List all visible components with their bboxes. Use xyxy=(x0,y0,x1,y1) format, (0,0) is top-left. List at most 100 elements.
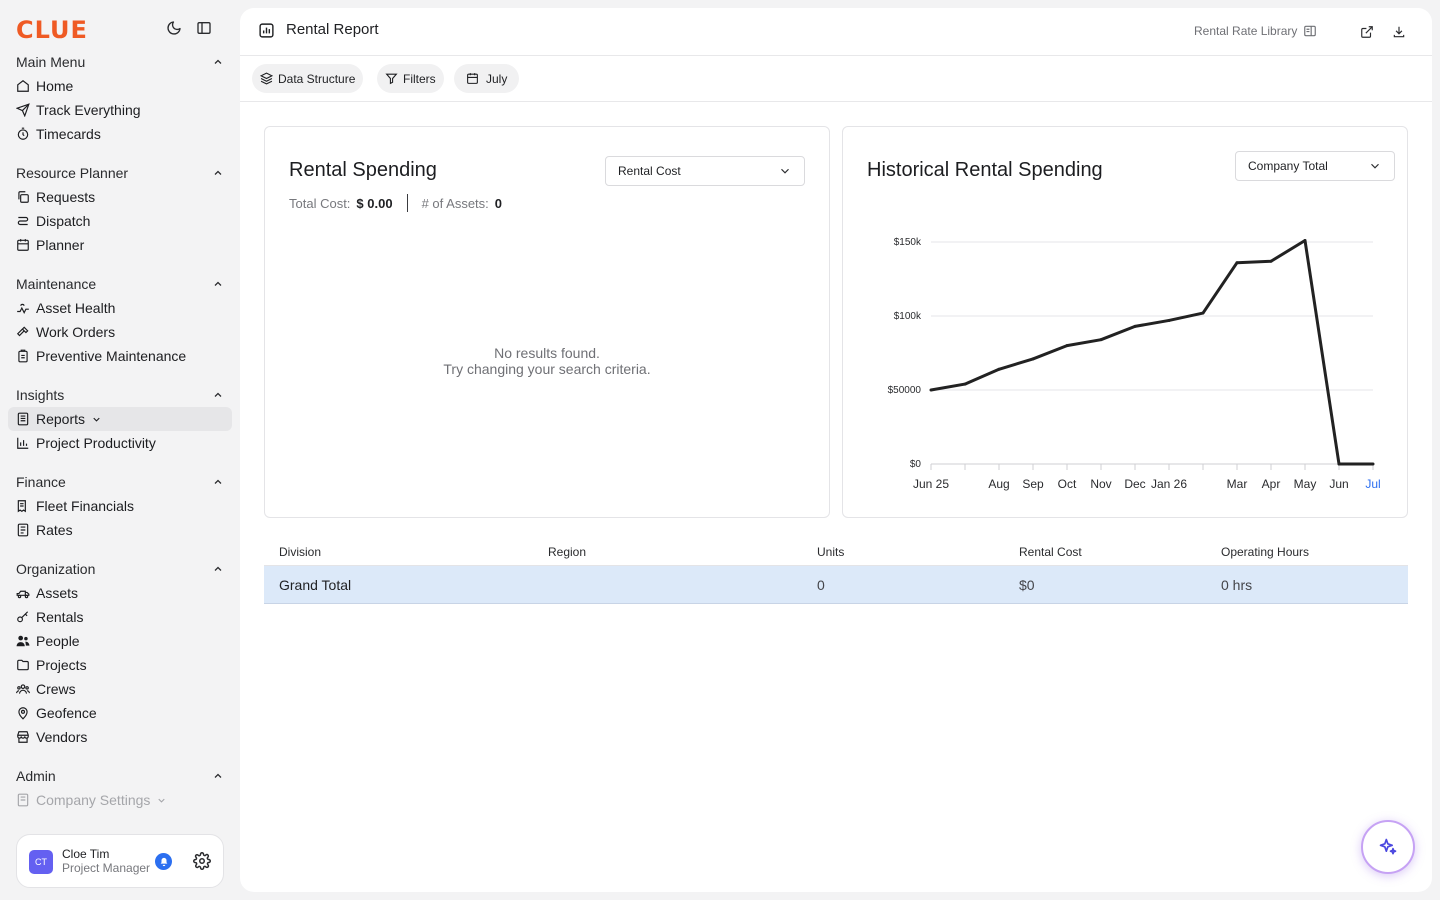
sidebar-item-rentals[interactable]: Rentals xyxy=(8,605,232,629)
section-header[interactable]: Organization xyxy=(8,557,232,581)
sidebar-toggle-icon[interactable] xyxy=(194,18,214,38)
sidebar-item-label: Crews xyxy=(36,681,76,697)
report-icon xyxy=(17,412,29,426)
notification-bell-icon[interactable] xyxy=(155,853,172,870)
data-point xyxy=(1371,462,1375,466)
data-point xyxy=(929,388,933,392)
section-header[interactable]: Admin xyxy=(8,764,232,788)
sidebar-item-label: Home xyxy=(36,78,74,94)
date-button[interactable]: July xyxy=(454,64,520,93)
sidebar-item-planner[interactable]: Planner xyxy=(8,233,232,257)
section-header[interactable]: Main Menu xyxy=(8,50,232,74)
y-tick-label: $100k xyxy=(894,311,922,322)
data-point xyxy=(1065,344,1069,348)
x-tick-label: Jul xyxy=(1365,477,1380,491)
sidebar-item-preventive-maintenance[interactable]: Preventive Maintenance xyxy=(8,344,232,368)
filters-button[interactable]: Filters xyxy=(377,64,444,93)
sidebar-item-assets[interactable]: Assets xyxy=(8,581,232,605)
x-tick-label: Oct xyxy=(1058,477,1077,491)
sidebar-item-label: Assets xyxy=(36,585,79,601)
section-header[interactable]: Insights xyxy=(8,383,232,407)
sidebar-item-requests[interactable]: Requests xyxy=(8,185,232,209)
user-role: Project Manager xyxy=(62,861,151,875)
section-title: Organization xyxy=(16,561,96,577)
logo-row: CLUE xyxy=(16,14,224,44)
x-tick-label: Jun 25 xyxy=(913,477,949,491)
data-point xyxy=(1337,462,1341,466)
sidebar-item-label: Rentals xyxy=(36,609,84,625)
column-header-region[interactable]: Region xyxy=(548,545,586,559)
truck-icon xyxy=(16,590,30,599)
table-header: Division Region Units Rental Cost Operat… xyxy=(264,538,1408,566)
sidebar-item-rates[interactable]: Rates xyxy=(8,518,232,542)
sidebar-item-label: Fleet Financials xyxy=(36,498,135,514)
section-organization: Organization Assets Rentals People Proje… xyxy=(8,557,232,749)
column-header-division[interactable]: Division xyxy=(279,545,321,559)
home-icon xyxy=(17,80,29,92)
section-header[interactable]: Maintenance xyxy=(8,272,232,296)
top-bar: Rental Report Rental Rate Library xyxy=(240,8,1432,56)
cell-rental-cost: $0 xyxy=(1019,577,1035,593)
empty-state-title: No results found. xyxy=(494,345,600,361)
sidebar-item-home[interactable]: Home xyxy=(8,74,232,98)
rental-rate-library-link[interactable]: Rental Rate Library xyxy=(1194,24,1317,38)
send-icon xyxy=(16,103,30,117)
sidebar-item-people[interactable]: People xyxy=(8,629,232,653)
sidebar-item-label: Company Settings xyxy=(36,792,151,808)
scope-select[interactable]: Company Total xyxy=(1235,151,1395,181)
section-title: Insights xyxy=(16,387,65,403)
sidebar-item-track-everything[interactable]: Track Everything xyxy=(8,98,232,122)
section-header[interactable]: Resource Planner xyxy=(8,161,232,185)
section-maintenance: Maintenance Asset Health Work Orders Pre… xyxy=(8,272,232,368)
sidebar-item-work-orders[interactable]: Work Orders xyxy=(8,320,232,344)
section-header[interactable]: Finance xyxy=(8,470,232,494)
filter-toolbar: Data Structure Filters July xyxy=(240,56,1432,102)
column-header-rental-cost[interactable]: Rental Cost xyxy=(1019,545,1082,559)
chevron-down-icon xyxy=(158,798,166,803)
sidebar-item-dispatch[interactable]: Dispatch xyxy=(8,209,232,233)
column-header-units[interactable]: Units xyxy=(817,545,844,559)
user-card[interactable]: CT Cloe Tim Project Manager xyxy=(16,834,224,888)
sparkle-icon xyxy=(1379,838,1397,855)
empty-state: No results found. Try changing your sear… xyxy=(265,345,829,377)
sidebar-item-crews[interactable]: Crews xyxy=(8,677,232,701)
y-tick-label: $50000 xyxy=(888,385,922,396)
cell-division: Grand Total xyxy=(279,577,352,593)
download-icon[interactable] xyxy=(1389,22,1409,42)
section-resource-planner: Resource Planner Requests Dispatch Plann… xyxy=(8,161,232,257)
dark-mode-icon[interactable] xyxy=(164,18,184,38)
section-title: Admin xyxy=(16,768,56,784)
dispatch-icon xyxy=(17,216,29,226)
calendar-icon xyxy=(17,239,29,251)
settings-doc-icon xyxy=(17,793,29,807)
metric-select[interactable]: Rental Cost xyxy=(605,156,805,186)
sidebar-item-geofence[interactable]: Geofence xyxy=(8,701,232,725)
page-title: Rental Report xyxy=(286,21,379,38)
sidebar-item-label: Dispatch xyxy=(36,213,91,229)
data-structure-button[interactable]: Data Structure xyxy=(252,64,364,93)
sidebar-item-project-productivity[interactable]: Project Productivity xyxy=(8,431,232,455)
open-external-icon[interactable] xyxy=(1357,22,1377,42)
sidebar-item-reports[interactable]: Reports xyxy=(8,407,232,431)
ai-assistant-button[interactable] xyxy=(1361,820,1415,874)
x-tick-label: May xyxy=(1294,477,1317,491)
sidebar: CLUE Main Menu Home Track Everything Tim… xyxy=(0,0,240,900)
x-tick-label: Aug xyxy=(988,477,1009,491)
sidebar-item-company-settings[interactable]: Company Settings xyxy=(8,788,232,812)
sidebar-item-asset-health[interactable]: Asset Health xyxy=(8,296,232,320)
rental-spending-card: Rental Spending Rental Cost Total Cost: … xyxy=(264,126,830,518)
map-pin-icon xyxy=(18,707,28,720)
chevron-down-icon xyxy=(93,417,100,422)
y-tick-label: $150k xyxy=(894,237,922,248)
sidebar-item-fleet-financials[interactable]: Fleet Financials xyxy=(8,494,232,518)
gear-icon[interactable] xyxy=(193,852,211,870)
x-tick-label: Jun xyxy=(1329,477,1348,491)
bar-chart-icon xyxy=(17,437,29,449)
chevron-up-icon xyxy=(214,392,222,397)
sidebar-item-vendors[interactable]: Vendors xyxy=(8,725,232,749)
date-label: July xyxy=(486,71,508,86)
sidebar-item-label: Asset Health xyxy=(36,300,116,316)
sidebar-item-projects[interactable]: Projects xyxy=(8,653,232,677)
column-header-operating-hours[interactable]: Operating Hours xyxy=(1221,545,1309,559)
sidebar-item-timecards[interactable]: Timecards xyxy=(8,122,232,146)
